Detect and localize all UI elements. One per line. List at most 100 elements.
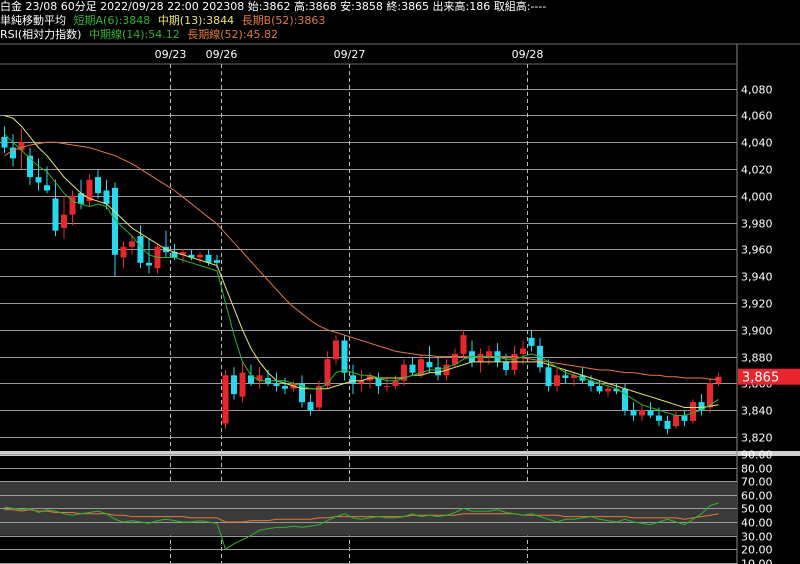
rsi-tick-label: 60.00 (741, 490, 773, 503)
candle-body (673, 415, 679, 427)
candle-body (596, 386, 603, 392)
candle-body (664, 420, 671, 429)
date-label: 09/26 (206, 48, 238, 61)
candle (350, 364, 356, 395)
rsi-tick-label: 80.00 (741, 463, 773, 476)
candle (664, 415, 671, 435)
candle-body (324, 359, 331, 387)
candle (299, 375, 305, 408)
candle (375, 372, 382, 395)
candle-body (715, 376, 722, 384)
candle (639, 404, 645, 421)
candle (1, 126, 8, 153)
candle (554, 367, 560, 392)
candle-body (239, 372, 246, 397)
candle (86, 174, 93, 207)
candle (239, 361, 246, 403)
candle-body (197, 254, 203, 258)
price-tick-label: 3,940 (741, 271, 773, 284)
candle-body (282, 386, 288, 389)
candle-body (622, 388, 628, 411)
candle-body (18, 142, 25, 151)
grid-lines (0, 89, 737, 438)
price-tick-label: 3,980 (741, 218, 773, 231)
candle (120, 241, 127, 269)
candle-body (426, 361, 433, 368)
candle (469, 340, 475, 368)
date-label: 09/23 (155, 48, 187, 61)
candle-body (1, 136, 8, 148)
candle (146, 238, 152, 274)
candle (341, 335, 348, 381)
date-label: 09/28 (512, 48, 544, 61)
price-tick-label: 3,920 (741, 298, 773, 311)
candle (528, 329, 535, 352)
rsi-tick-label: 10.00 (741, 558, 773, 564)
candle-body (231, 375, 237, 395)
candle-body (103, 190, 110, 204)
candle-body (333, 340, 339, 360)
ma-long-line (4, 141, 719, 380)
candle (630, 402, 637, 421)
candle (537, 337, 543, 373)
candle-body (35, 177, 42, 183)
candle (494, 343, 501, 368)
candle-body (146, 262, 152, 266)
candle (316, 380, 322, 411)
candle (562, 369, 569, 384)
rsi-tick-label: 30.00 (741, 531, 773, 544)
candle-body (375, 377, 382, 387)
candle (333, 335, 339, 365)
candle (307, 394, 314, 416)
candle-body (460, 335, 467, 354)
candle (409, 356, 416, 376)
candle-body (316, 386, 322, 408)
candle-body (656, 415, 662, 421)
candle (392, 375, 399, 389)
price-tick-label: 4,020 (741, 164, 773, 177)
candle (435, 356, 441, 381)
rsi-tick-label: 40.00 (741, 517, 773, 530)
price-tick-label: 3,900 (741, 325, 773, 338)
candle (95, 169, 101, 199)
candle (520, 340, 526, 365)
candle (222, 369, 229, 429)
candle (112, 182, 118, 277)
rsi-panel (0, 454, 737, 564)
candle-body (95, 177, 101, 194)
price-tick-label: 3,880 (741, 352, 773, 365)
candle-body (486, 351, 492, 357)
last-price-label: 3,865 (742, 371, 779, 386)
candle (273, 372, 280, 392)
candle-body (605, 388, 611, 392)
price-tick-label: 4,040 (741, 137, 773, 150)
candle-body (120, 246, 127, 258)
candle-body (44, 185, 50, 191)
candle (256, 367, 263, 389)
candle-body (350, 375, 356, 384)
rsi-tick-label: 20.00 (741, 544, 773, 557)
candle (647, 402, 654, 419)
candle (673, 410, 679, 429)
candle (35, 158, 42, 191)
candle (154, 244, 161, 274)
candle (426, 345, 433, 373)
price-tick-label: 3,820 (741, 432, 773, 445)
candle-body (61, 214, 67, 228)
price-chart[interactable]: 09/2309/2609/2709/28 3,8203,8403,8603,88… (0, 0, 800, 564)
candle (103, 179, 110, 210)
candle-body (214, 260, 220, 263)
candle-body (409, 364, 416, 373)
candle-body (222, 375, 229, 424)
rsi-tick-label: 90.00 (741, 449, 773, 462)
candle-body (273, 383, 280, 387)
ma-mid-line (4, 115, 719, 408)
candle (401, 359, 407, 387)
candle-body (307, 402, 314, 411)
rsi-tick-label: 70.00 (741, 476, 773, 489)
candle-body (503, 361, 509, 370)
price-tick-label: 3,960 (741, 244, 773, 257)
candle-body (392, 380, 399, 387)
candle-body (137, 236, 144, 263)
candle-body (52, 198, 59, 231)
